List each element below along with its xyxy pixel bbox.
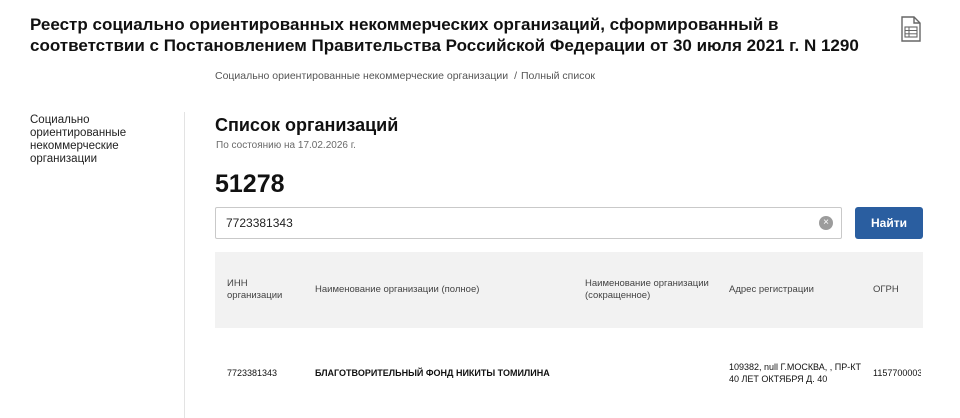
sidebar: Социально ориентированные некоммерческие…: [30, 114, 180, 166]
organizations-table: ИНН организации Наименование организации…: [215, 252, 923, 418]
as-of-date: По состоянию на 17.02.2026 г.: [216, 140, 356, 151]
column-header-address[interactable]: Адрес регистрации: [729, 284, 859, 296]
sidebar-item-soko[interactable]: Социально ориентированные некоммерческие…: [30, 114, 180, 166]
search-box: ×: [215, 207, 842, 239]
column-header-full-name[interactable]: Наименование организации (полное): [315, 284, 565, 296]
breadcrumb-item-full-list: Полный список: [520, 70, 595, 82]
document-icon[interactable]: [900, 16, 922, 42]
search-input[interactable]: [216, 208, 806, 238]
sidebar-divider: [184, 112, 185, 418]
list-title: Список организаций: [215, 115, 399, 135]
page-title: Реестр социально ориентированных некомме…: [30, 15, 859, 55]
column-header-ogrn[interactable]: ОГРН: [873, 284, 923, 296]
table-header: ИНН организации Наименование организации…: [215, 252, 923, 328]
page-header: Реестр социально ориентированных некомме…: [30, 14, 870, 56]
cell-ogrn: 1157700003551: [873, 368, 921, 378]
cell-address: 109382, null Г.МОСКВА, , ПР-КТ 40 ЛЕТ ОК…: [729, 362, 861, 384]
column-header-inn[interactable]: ИНН организации: [227, 278, 297, 302]
table-row[interactable]: 7723381343 БЛАГОТВОРИТЕЛЬНЫЙ ФОНД НИКИТЫ…: [215, 328, 923, 418]
search-button[interactable]: Найти: [855, 207, 923, 239]
cell-full-name: БЛАГОТВОРИТЕЛЬНЫЙ ФОНД НИКИТЫ ТОМИЛИНА: [315, 368, 550, 378]
breadcrumb-item-soko[interactable]: Социально ориентированные некоммерческие…: [215, 70, 508, 82]
organizations-count: 51278: [215, 170, 285, 198]
clear-icon[interactable]: ×: [819, 216, 833, 230]
breadcrumb: Социально ориентированные некоммерческие…: [215, 70, 595, 82]
cell-inn: 7723381343: [227, 368, 278, 378]
column-header-short-name[interactable]: Наименование организации (сокращенное): [585, 278, 720, 302]
breadcrumb-separator: /: [514, 70, 517, 82]
